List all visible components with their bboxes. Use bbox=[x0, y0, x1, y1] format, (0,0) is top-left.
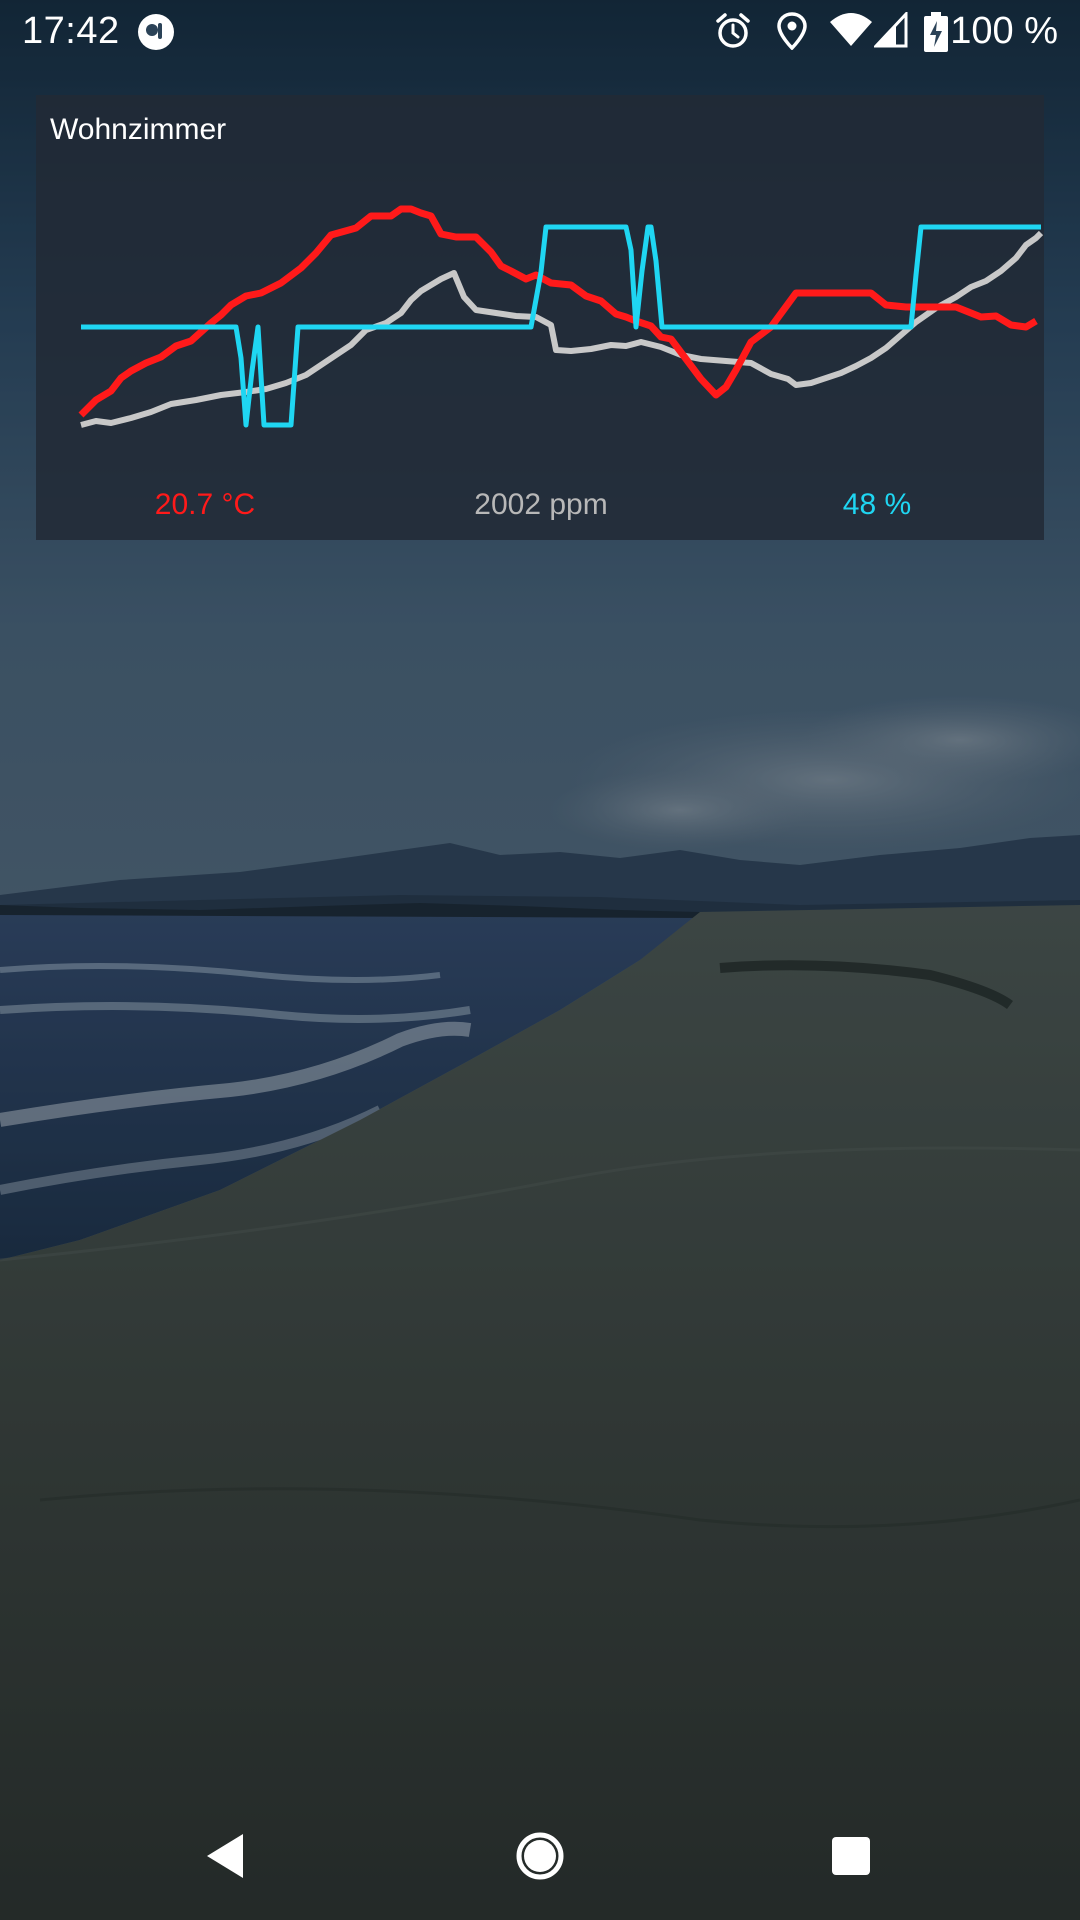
humidity-reading: 48 % bbox=[842, 488, 912, 521]
temperature-line bbox=[78, 205, 1038, 418]
temperature-reading: 20.7 °C bbox=[154, 488, 256, 521]
widget-title: Wohnzimmer bbox=[50, 113, 227, 146]
location-icon bbox=[777, 12, 807, 50]
back-icon[interactable] bbox=[185, 1816, 265, 1896]
status-bar: 17:42 100 % bbox=[0, 0, 1080, 64]
home-icon[interactable] bbox=[500, 1816, 580, 1896]
co2-reading: 2002 ppm bbox=[474, 488, 608, 521]
sensor-history-chart bbox=[78, 205, 1044, 428]
battery-percentage: 100 % bbox=[950, 10, 1058, 52]
battery-charging-icon bbox=[924, 12, 948, 52]
recents-icon[interactable] bbox=[811, 1816, 891, 1896]
home-screen: 17:42 100 % Wohnzimmer 20.7 °C 2002 ppm … bbox=[0, 0, 1080, 1920]
temperature-series bbox=[78, 205, 1038, 418]
app-notification-icon bbox=[138, 14, 174, 50]
alarm-icon bbox=[716, 13, 750, 48]
room-sensor-widget[interactable]: Wohnzimmer 20.7 °C 2002 ppm 48 % bbox=[36, 95, 1044, 540]
wifi-icon bbox=[830, 13, 872, 46]
cell-signal-icon bbox=[874, 12, 908, 48]
status-time: 17:42 bbox=[22, 10, 120, 52]
navigation-bar bbox=[0, 1792, 1080, 1920]
